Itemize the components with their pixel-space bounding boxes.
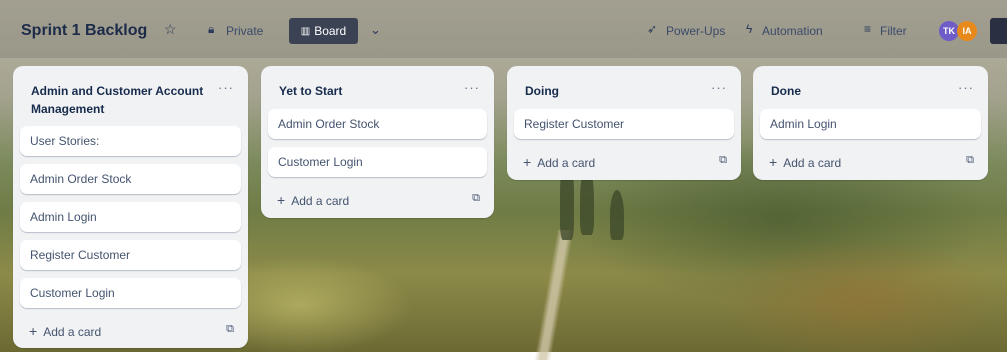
more-icon[interactable]: ··· (958, 80, 974, 95)
list-title[interactable]: Done (771, 82, 801, 100)
card-template-icon[interactable]: ⧉ (226, 323, 234, 336)
rocket-icon: ➶ (647, 22, 658, 36)
more-icon[interactable]: ··· (464, 80, 480, 95)
background-tree (610, 190, 624, 240)
list-admin-customer: Admin and Customer Account Management ··… (13, 66, 248, 348)
card-template-icon[interactable]: ⧉ (719, 154, 727, 167)
add-card-label: Add a card (537, 156, 596, 170)
list-title[interactable]: Doing (525, 82, 559, 100)
share-button[interactable] (990, 18, 1007, 44)
add-card-label: Add a card (43, 325, 102, 339)
board-header: Sprint 1 Backlog ☆ 🔒︎ Private ▥ Board ⌄ … (0, 0, 1007, 58)
card-template-icon[interactable]: ⧉ (472, 192, 480, 205)
power-ups-button[interactable]: Power-Ups (666, 24, 725, 38)
add-card-button[interactable]: + Add a card (769, 154, 841, 170)
plus-icon: + (769, 154, 778, 170)
board-view-button[interactable]: ▥ Board (289, 18, 358, 44)
board-view-label: Board (314, 24, 347, 38)
filter-icon: ≡ (864, 22, 872, 36)
plus-icon: + (523, 154, 532, 170)
star-icon[interactable]: ☆ (164, 21, 177, 38)
lock-icon: 🔒︎ (208, 22, 215, 36)
automation-button[interactable]: Automation (762, 24, 823, 38)
add-card-label: Add a card (783, 156, 842, 170)
list-doing: Doing ··· Register Customer + Add a card … (507, 66, 741, 180)
list-yet-to-start: Yet to Start ··· Admin Order Stock Custo… (261, 66, 494, 218)
card[interactable]: Customer Login (20, 278, 241, 308)
plus-icon: + (277, 192, 286, 208)
list-done: Done ··· Admin Login + Add a card ⧉ (753, 66, 988, 180)
filter-button[interactable]: Filter (880, 24, 907, 38)
board-view-icon: ▥ (300, 25, 311, 37)
card[interactable]: Admin Login (760, 109, 981, 139)
avatar[interactable]: IA (957, 21, 977, 41)
lightning-icon: ϟ (746, 22, 753, 36)
card[interactable]: Register Customer (20, 240, 241, 270)
add-card-button[interactable]: + Add a card (523, 154, 595, 170)
more-icon[interactable]: ··· (711, 80, 727, 95)
add-card-label: Add a card (291, 194, 350, 208)
visibility-label[interactable]: Private (226, 24, 263, 38)
board-title[interactable]: Sprint 1 Backlog (21, 22, 147, 40)
list-title[interactable]: Yet to Start (279, 82, 342, 100)
list-title[interactable]: Admin and Customer Account Management (31, 82, 211, 118)
card[interactable]: Admin Order Stock (268, 109, 487, 139)
card[interactable]: User Stories: (20, 126, 241, 156)
card[interactable]: Admin Order Stock (20, 164, 241, 194)
plus-icon: + (29, 323, 38, 339)
add-card-button[interactable]: + Add a card (277, 192, 349, 208)
more-icon[interactable]: ··· (218, 80, 234, 95)
background-road (520, 230, 590, 360)
card-template-icon[interactable]: ⧉ (966, 154, 974, 167)
card[interactable]: Admin Login (20, 202, 241, 232)
card[interactable]: Register Customer (514, 109, 734, 139)
chevron-down-icon[interactable]: ⌄ (370, 22, 381, 38)
card[interactable]: Customer Login (268, 147, 487, 177)
avatar[interactable]: TK (939, 21, 959, 41)
add-card-button[interactable]: + Add a card (29, 323, 101, 339)
